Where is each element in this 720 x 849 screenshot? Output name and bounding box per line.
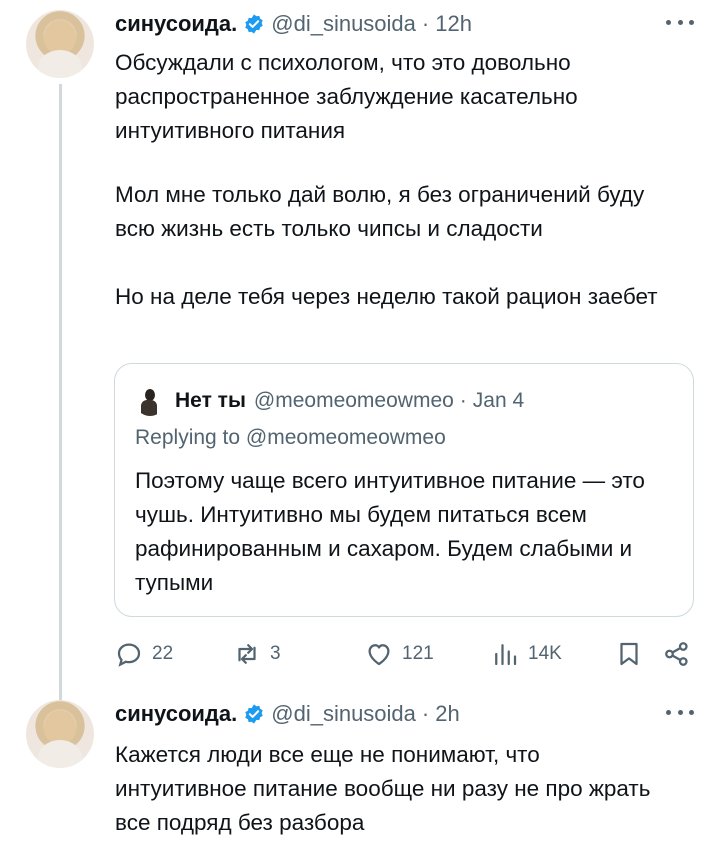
replying-to-label: Replying to @meomeomeowmeo: [135, 426, 446, 449]
share-button[interactable]: [662, 636, 692, 672]
reply-button[interactable]: 22: [114, 636, 173, 672]
tweet[interactable]: синусоида. @di_sinusoida · 2h Кажется лю…: [0, 690, 720, 849]
quoted-author-name: Нет ты: [175, 389, 246, 412]
views-button[interactable]: 14K: [490, 636, 562, 672]
author-handle[interactable]: @di_sinusoida: [271, 11, 416, 37]
share-icon: [665, 642, 688, 666]
tweet-timestamp[interactable]: 12h: [435, 11, 472, 37]
retweet-count: 3: [270, 643, 281, 664]
quoted-tweet-header: Нет ты @meomeomeowmeo · Jan 4: [175, 386, 524, 416]
separator-dot: ·: [459, 389, 467, 412]
tweet-timestamp[interactable]: 2h: [435, 701, 459, 727]
tweet[interactable]: синусоида. @di_sinusoida · 12h Обсуждали…: [0, 0, 720, 700]
tweet-text-paragraph: Мол мне только дай волю, я без ограничен…: [115, 182, 645, 241]
author-handle[interactable]: @di_sinusoida: [271, 701, 416, 727]
tweet-text-paragraph: Но на деле тебя через неделю такой рацио…: [115, 284, 658, 309]
tweet-header: синусоида. @di_sinusoida · 2h: [115, 694, 460, 734]
verified-badge-icon: [245, 704, 263, 724]
quoted-avatar: [135, 386, 165, 416]
bookmark-button[interactable]: [614, 636, 644, 672]
author-name[interactable]: синусоида.: [115, 11, 237, 37]
retweet-icon: [238, 644, 256, 664]
heart-icon: [368, 644, 390, 666]
views-icon: [495, 644, 517, 666]
more-icon[interactable]: [666, 10, 694, 34]
reply-count: 22: [152, 643, 174, 664]
like-count: 121: [402, 643, 434, 664]
tweet-text: Кажется люди все еще не понимают, что ин…: [115, 742, 651, 835]
quoted-tweet-date: Jan 4: [472, 389, 525, 412]
views-count: 14K: [528, 643, 562, 664]
tweet-actions-bar: 22 3 121 14K: [114, 636, 694, 672]
quoted-tweet-card[interactable]: Нет ты @meomeomeowmeo · Jan 4 Replying t…: [114, 363, 694, 617]
bookmark-icon: [620, 642, 638, 666]
tweet-header: синусоида. @di_sinusoida · 12h: [115, 4, 472, 44]
quoted-tweet-text: Поэтому чаще всего интуитивное питание —…: [135, 468, 645, 595]
avatar[interactable]: [26, 700, 94, 768]
author-name[interactable]: синусоида.: [115, 701, 237, 727]
quoted-author-handle: @meomeomeowmeo: [253, 389, 454, 412]
reply-icon: [117, 643, 141, 667]
more-icon[interactable]: [666, 700, 694, 724]
avatar[interactable]: [26, 10, 94, 78]
separator-dot: ·: [421, 701, 430, 726]
tweet-text-paragraph: Обсуждали с психологом, что это довольно…: [115, 50, 578, 143]
verified-badge-icon: [245, 14, 263, 34]
thread-connector-line: [59, 84, 62, 700]
separator-dot: ·: [421, 11, 430, 36]
like-button[interactable]: 121: [364, 636, 434, 672]
retweet-button[interactable]: 3: [232, 636, 281, 672]
